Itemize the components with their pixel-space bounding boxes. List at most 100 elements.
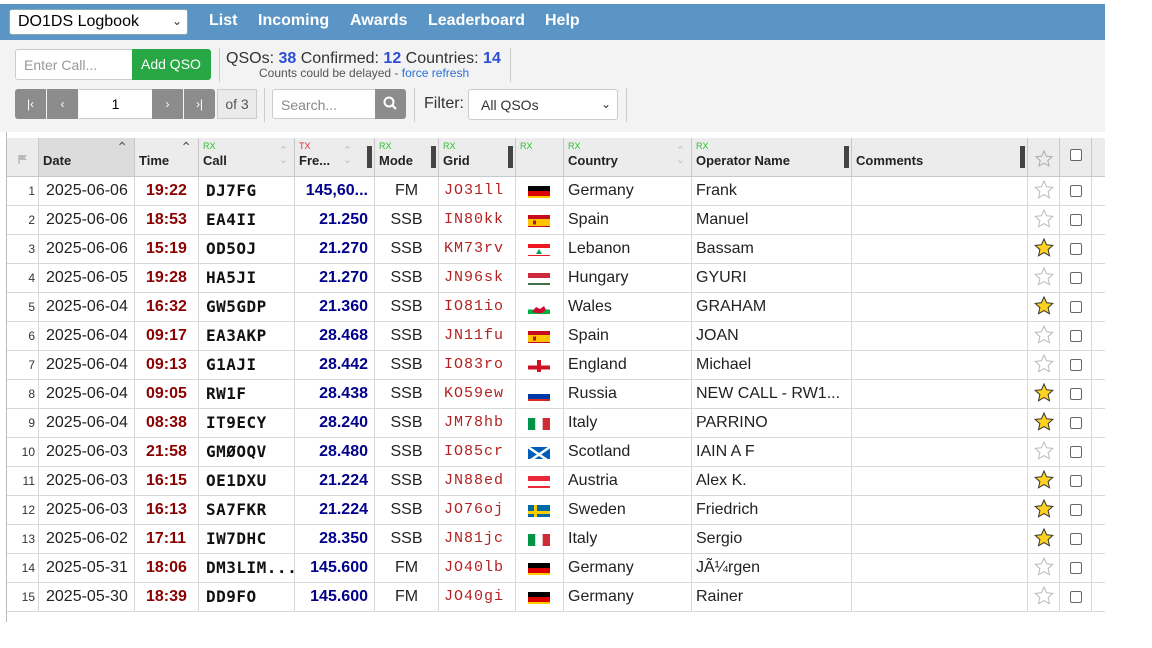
table-row[interactable]: 13 2025-06-02 17:11 IW7DHC 28.350 SSB JN81jc It… xyxy=(7,525,1105,554)
row-checkbox[interactable] xyxy=(1070,417,1082,429)
chevron-down-icon: ⌄ xyxy=(600,97,611,111)
header-time-label: Time xyxy=(139,153,170,168)
row-checkbox[interactable] xyxy=(1070,446,1082,458)
toolbar: Enter Call... Add QSO QSOs: 38 Confirmed… xyxy=(0,40,1105,132)
header-country[interactable]: RX Country ⌃ ⌄ xyxy=(564,138,692,176)
table-row[interactable]: 3 2025-06-06 15:19 OD5OJ 21.270 SSB KM73rv Leba… xyxy=(7,235,1105,264)
table-row[interactable]: 5 2025-06-04 16:32 GW5GDP 21.360 SSB IO81io Wal… xyxy=(7,293,1105,322)
star-outline-icon[interactable] xyxy=(1028,440,1059,466)
flag-icon xyxy=(18,155,27,164)
column-resize-handle[interactable] xyxy=(431,146,436,168)
column-resize-handle[interactable] xyxy=(508,146,513,168)
star-outline-icon[interactable] xyxy=(1028,556,1059,582)
star-outline-icon[interactable] xyxy=(1028,266,1059,292)
row-checkbox[interactable] xyxy=(1070,359,1082,371)
nav-link-help[interactable]: Help xyxy=(545,12,580,30)
header-select-all[interactable] xyxy=(1060,138,1092,176)
header-favorite[interactable] xyxy=(1028,138,1060,176)
n-cell: 5 xyxy=(7,293,39,321)
sort-both-icon: ⌃ ⌄ xyxy=(278,145,288,166)
row-checkbox[interactable] xyxy=(1070,533,1082,545)
search-button[interactable] xyxy=(375,89,406,119)
flag-cell xyxy=(516,496,564,524)
row-checkbox[interactable] xyxy=(1070,504,1082,516)
table-row[interactable]: 9 2025-06-04 08:38 IT9ECY 28.240 SSB JM78hb Ita… xyxy=(7,409,1105,438)
op-cell: JOAN xyxy=(692,322,852,350)
call-input[interactable]: Enter Call... xyxy=(15,49,133,80)
header-comments[interactable]: Comments xyxy=(852,138,1028,176)
row-checkbox[interactable] xyxy=(1070,591,1082,603)
table-row[interactable]: 8 2025-06-04 09:05 RW1F 28.438 SSB KO59ew Russi… xyxy=(7,380,1105,409)
nav-link-incoming[interactable]: Incoming xyxy=(258,12,329,30)
op-cell: Rainer xyxy=(692,583,852,611)
column-resize-handle[interactable] xyxy=(367,146,372,168)
first-page-button[interactable]: |‹ xyxy=(15,89,46,119)
nav-link-awards[interactable]: Awards xyxy=(350,12,408,30)
row-checkbox[interactable] xyxy=(1070,388,1082,400)
row-checkbox[interactable] xyxy=(1070,475,1082,487)
table-row[interactable]: 12 2025-06-03 16:13 SA7FKR 21.224 SSB JO76oj Sw… xyxy=(7,496,1105,525)
table-row[interactable]: 1 2025-06-06 19:22 DJ7FG 145,60... FM JO31ll Ge… xyxy=(7,177,1105,206)
row-checkbox[interactable] xyxy=(1070,214,1082,226)
select-all-checkbox[interactable] xyxy=(1070,149,1082,161)
row-checkbox[interactable] xyxy=(1070,301,1082,313)
star-filled-icon[interactable] xyxy=(1028,411,1059,437)
prev-page-button[interactable]: ‹ xyxy=(47,89,78,119)
header-operator[interactable]: RX Operator Name xyxy=(692,138,852,176)
call-cell: GMØOQV xyxy=(199,438,295,466)
table-row[interactable]: 14 2025-05-31 18:06 DM3LIM... 145.600 FM JO40l… xyxy=(7,554,1105,583)
star-filled-icon[interactable] xyxy=(1028,498,1059,524)
table-row[interactable]: 2 2025-06-06 18:53 EA4II 21.250 SSB IN80kk Spai… xyxy=(7,206,1105,235)
favorite-cell xyxy=(1028,351,1060,379)
search-input[interactable]: Search... xyxy=(272,89,376,119)
star-filled-icon[interactable] xyxy=(1028,295,1059,321)
row-checkbox[interactable] xyxy=(1070,243,1082,255)
column-resize-handle[interactable] xyxy=(1020,146,1025,168)
mode-cell: FM xyxy=(375,583,439,611)
star-filled-icon[interactable] xyxy=(1028,382,1059,408)
table-row[interactable]: 4 2025-06-05 19:28 HA5JI 21.270 SSB JN96sk Hung… xyxy=(7,264,1105,293)
star-outline-icon[interactable] xyxy=(1028,585,1059,611)
table-row[interactable]: 11 2025-06-03 16:15 OE1DXU 21.224 SSB JN88ed Au… xyxy=(7,467,1105,496)
tx-tag: TX xyxy=(299,141,311,151)
select-cell xyxy=(1060,293,1092,321)
table-row[interactable]: 6 2025-06-04 09:17 EA3AKP 28.468 SSB JN11fu Spa… xyxy=(7,322,1105,351)
row-checkbox[interactable] xyxy=(1070,185,1082,197)
favorite-cell xyxy=(1028,177,1060,205)
country-flag-icon xyxy=(528,502,550,517)
row-checkbox[interactable] xyxy=(1070,330,1082,342)
table-row[interactable]: 7 2025-06-04 09:13 G1AJI 28.442 SSB IO83ro Engl… xyxy=(7,351,1105,380)
table-row[interactable]: 15 2025-05-30 18:39 DD9FO 145.600 FM JO40gi Ger… xyxy=(7,583,1105,612)
header-mode[interactable]: RX Mode xyxy=(375,138,439,176)
force-refresh-link[interactable]: force refresh xyxy=(402,66,469,80)
header-call[interactable]: RX Call ⌃ ⌄ xyxy=(199,138,295,176)
table-row[interactable]: 10 2025-06-03 21:58 GMØOQV 28.480 SSB IO85cr Sc… xyxy=(7,438,1105,467)
header-row-number[interactable] xyxy=(7,138,39,176)
next-page-button[interactable]: › xyxy=(152,89,183,119)
call-cell: DM3LIM... xyxy=(199,554,295,582)
header-flag[interactable]: RX xyxy=(516,138,564,176)
row-checkbox[interactable] xyxy=(1070,272,1082,284)
add-qso-button[interactable]: Add QSO xyxy=(132,49,211,80)
star-filled-icon[interactable] xyxy=(1028,237,1059,263)
star-outline-icon[interactable] xyxy=(1028,179,1059,205)
nav-link-leaderboard[interactable]: Leaderboard xyxy=(428,12,525,30)
favorite-cell xyxy=(1028,264,1060,292)
star-filled-icon[interactable] xyxy=(1028,469,1059,495)
row-checkbox[interactable] xyxy=(1070,562,1082,574)
last-page-button[interactable]: ›| xyxy=(184,89,215,119)
star-outline-icon[interactable] xyxy=(1028,324,1059,350)
star-filled-icon[interactable] xyxy=(1028,527,1059,553)
header-time[interactable]: Time ⌃ xyxy=(135,138,199,176)
select-cell xyxy=(1060,206,1092,234)
header-date[interactable]: Date ⌃ xyxy=(39,138,135,176)
nav-link-list[interactable]: List xyxy=(209,12,237,30)
column-resize-handle[interactable] xyxy=(844,146,849,168)
logbook-select[interactable]: DO1DS Logbook ⌄ xyxy=(9,9,188,35)
filter-select[interactable]: All QSOs ⌄ xyxy=(468,89,618,120)
star-outline-icon[interactable] xyxy=(1028,208,1059,234)
header-grid[interactable]: RX Grid xyxy=(439,138,516,176)
header-frequency[interactable]: TX Fre... ⌃ ⌄ xyxy=(295,138,375,176)
star-outline-icon[interactable] xyxy=(1028,353,1059,379)
page-input[interactable]: 1 xyxy=(79,89,152,119)
